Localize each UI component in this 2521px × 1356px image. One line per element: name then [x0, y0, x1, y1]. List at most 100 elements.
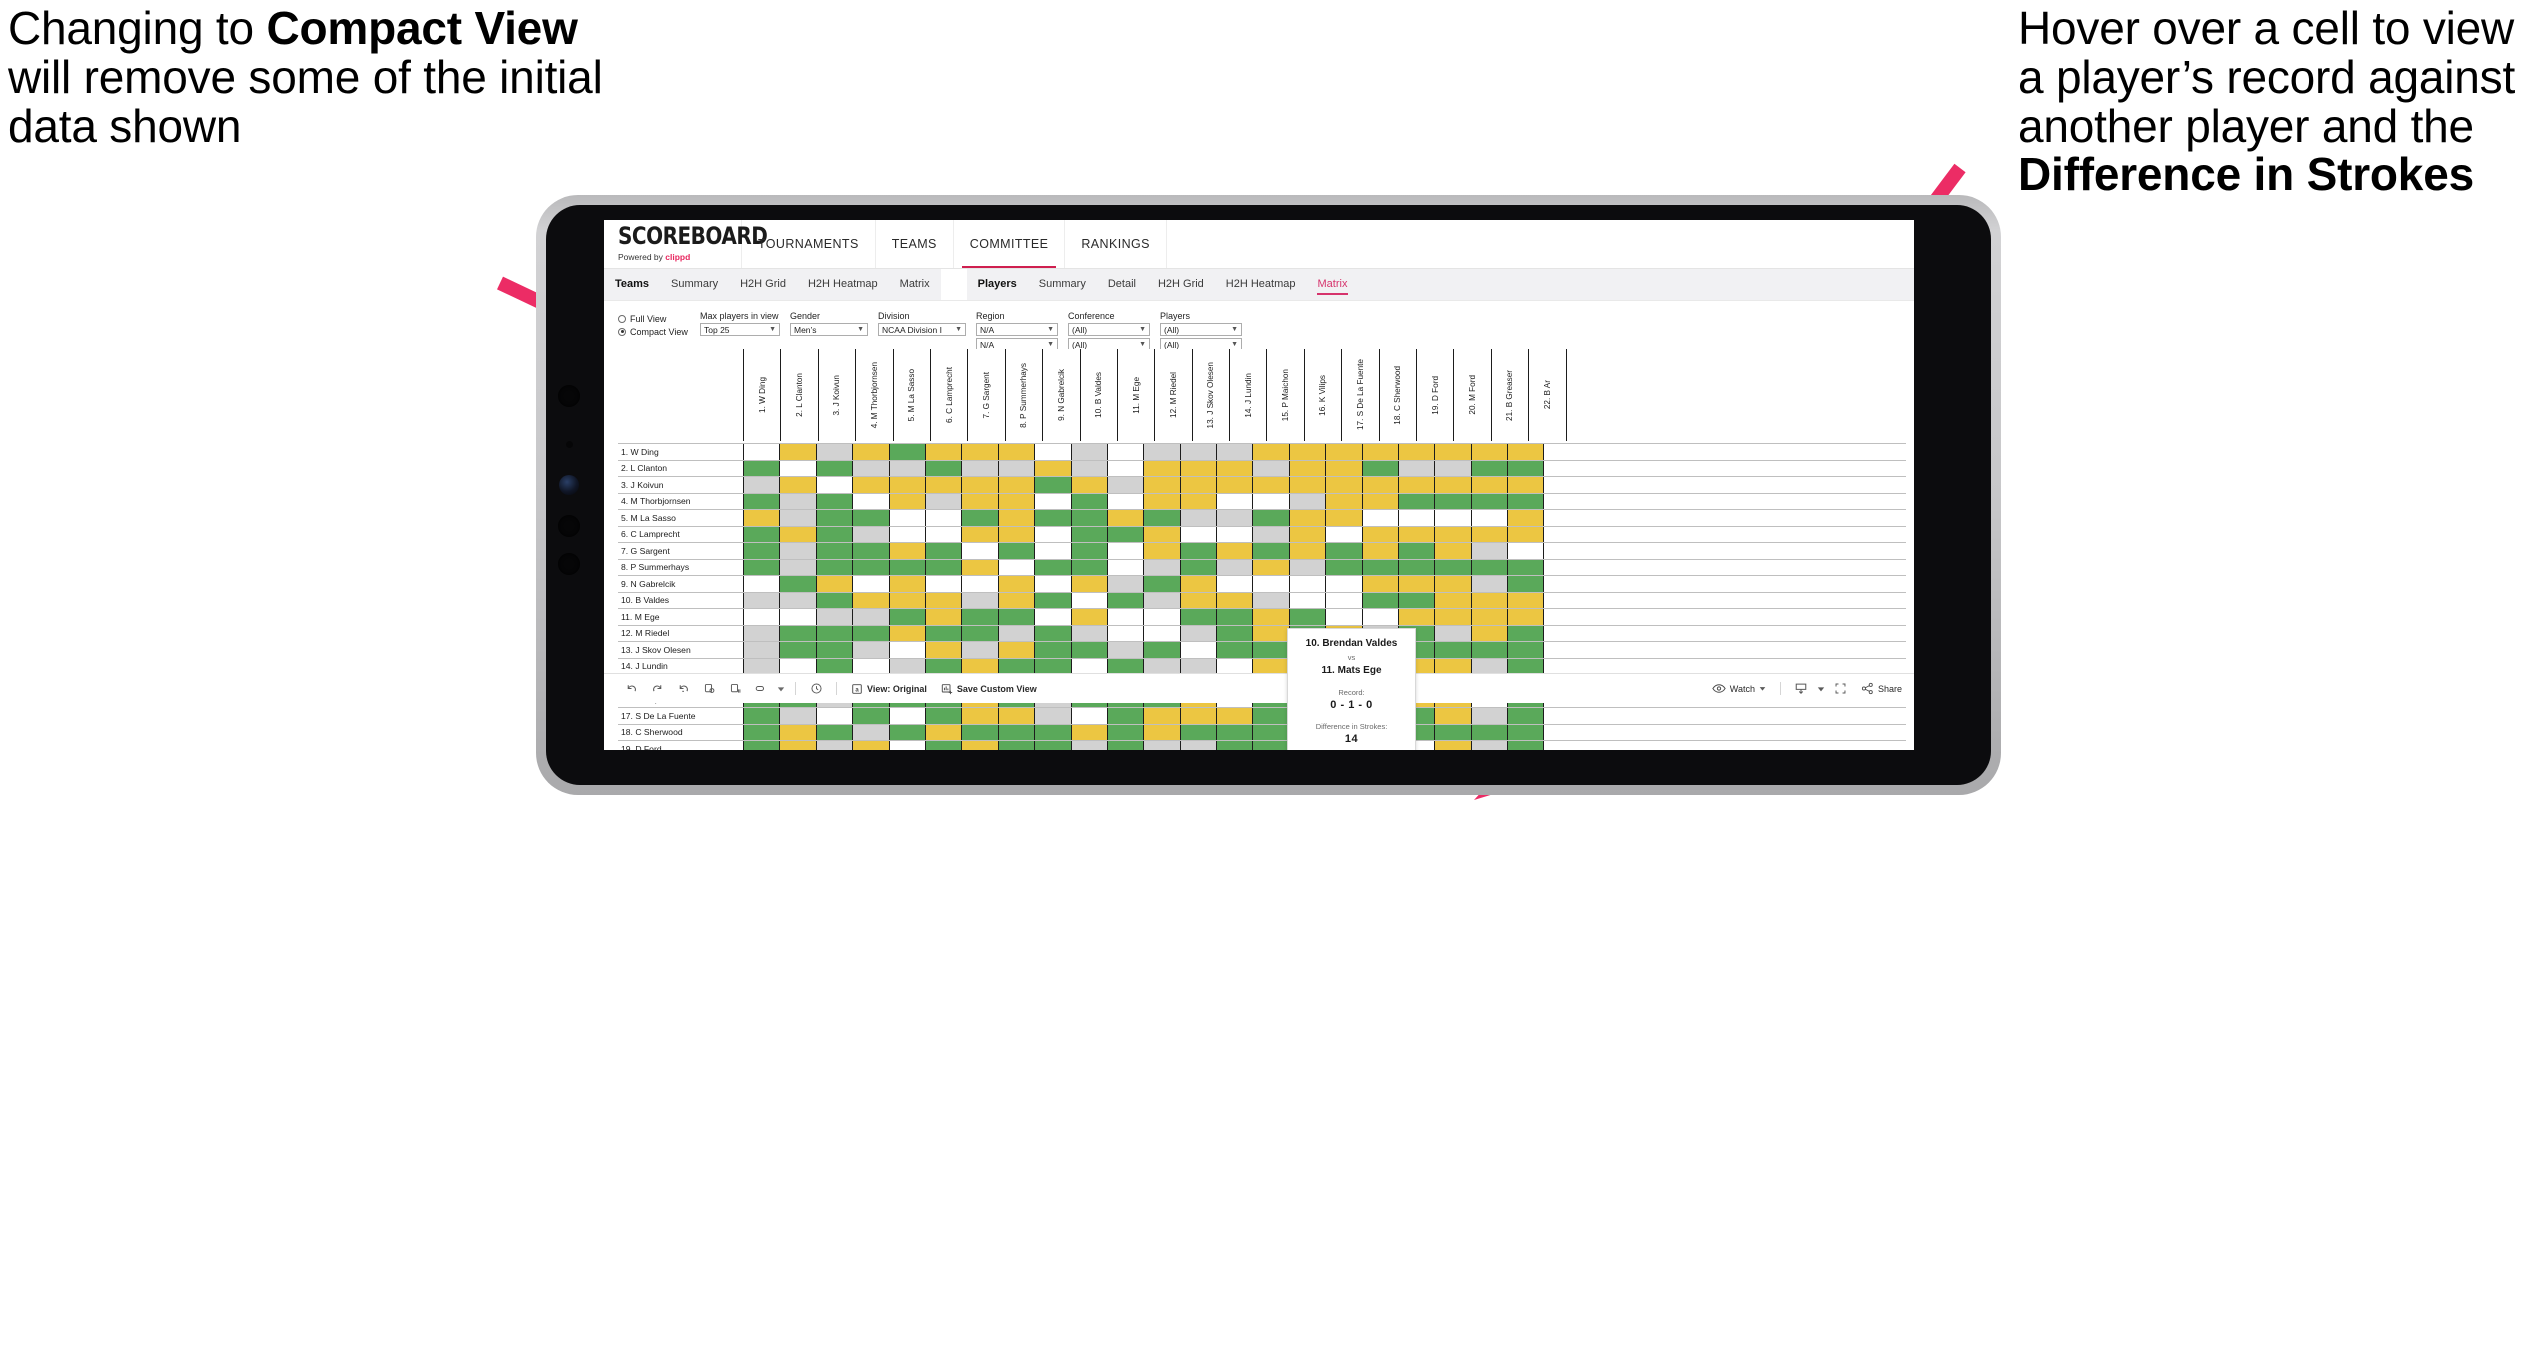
matrix-cell[interactable]: [815, 658, 853, 674]
matrix-cell[interactable]: [997, 444, 1035, 460]
matrix-cell[interactable]: [961, 592, 998, 608]
matrix-cell[interactable]: [1143, 741, 1180, 750]
radio-full-view[interactable]: Full View: [618, 312, 690, 325]
matrix-cell[interactable]: [1070, 708, 1107, 724]
matrix-cell[interactable]: [1361, 592, 1399, 608]
matrix-cell[interactable]: [852, 625, 889, 641]
matrix-col-header[interactable]: 18. C Sherwood: [1378, 349, 1417, 441]
matrix-cell[interactable]: [1361, 543, 1399, 559]
matrix-cell[interactable]: [743, 658, 780, 674]
matrix-cell[interactable]: [1106, 543, 1144, 559]
matrix-cell[interactable]: [1434, 460, 1471, 476]
matrix-cell[interactable]: [852, 526, 889, 542]
matrix-cell[interactable]: [1216, 576, 1253, 592]
matrix-cell[interactable]: [743, 444, 780, 460]
matrix-cell[interactable]: [1070, 559, 1107, 575]
matrix-cell[interactable]: [1143, 444, 1180, 460]
matrix-cell[interactable]: [961, 576, 998, 592]
matrix-cell[interactable]: [1143, 642, 1180, 658]
undo-icon[interactable]: [618, 679, 644, 699]
matrix-cell[interactable]: [1179, 460, 1217, 476]
matrix-cell[interactable]: [924, 609, 962, 625]
matrix-cell[interactable]: [888, 493, 925, 509]
matrix-cell[interactable]: [961, 642, 998, 658]
matrix-cell[interactable]: [1507, 510, 1544, 526]
select-division[interactable]: NCAA Division I ▼: [878, 323, 966, 336]
matrix-cell[interactable]: [924, 741, 962, 750]
matrix-cell[interactable]: [1216, 559, 1253, 575]
subtab-players[interactable]: Players: [967, 269, 1028, 300]
matrix-cell[interactable]: [1179, 625, 1217, 641]
matrix-cell[interactable]: [1470, 444, 1508, 460]
matrix-cell[interactable]: [779, 592, 816, 608]
matrix-cell[interactable]: [997, 642, 1035, 658]
matrix-cell[interactable]: [815, 642, 853, 658]
matrix-cell[interactable]: [815, 460, 853, 476]
matrix-cell[interactable]: [961, 708, 998, 724]
matrix-cell[interactable]: [1470, 526, 1508, 542]
matrix-cell[interactable]: [1470, 658, 1508, 674]
matrix-cell[interactable]: [888, 510, 925, 526]
refresh-data-icon[interactable]: [696, 679, 722, 699]
matrix-cell[interactable]: [1470, 609, 1508, 625]
matrix-cell[interactable]: [924, 510, 962, 526]
matrix-cell[interactable]: [1434, 724, 1471, 740]
matrix-cell[interactable]: [815, 592, 853, 608]
matrix-cell[interactable]: [1470, 642, 1508, 658]
matrix-cell[interactable]: [1325, 559, 1362, 575]
matrix-cell[interactable]: [924, 559, 962, 575]
matrix-cell[interactable]: [1398, 460, 1435, 476]
subtab-summary[interactable]: Summary: [660, 269, 729, 300]
matrix-cell[interactable]: [1143, 477, 1180, 493]
matrix-cell[interactable]: [815, 493, 853, 509]
matrix-cell[interactable]: [924, 477, 962, 493]
matrix-cell[interactable]: [997, 543, 1035, 559]
matrix-row-label[interactable]: 13. J Skov Olesen: [618, 642, 743, 658]
matrix-cell[interactable]: [1216, 592, 1253, 608]
matrix-cell[interactable]: [1034, 741, 1071, 750]
matrix-cell[interactable]: [924, 658, 962, 674]
matrix-cell[interactable]: [1143, 576, 1180, 592]
matrix-cell[interactable]: [1398, 493, 1435, 509]
matrix-cell[interactable]: [1252, 444, 1289, 460]
matrix-cell[interactable]: [852, 708, 889, 724]
matrix-cell[interactable]: [1252, 559, 1289, 575]
matrix-cell[interactable]: [1434, 477, 1471, 493]
matrix-cell[interactable]: [779, 609, 816, 625]
matrix-cell[interactable]: [1434, 526, 1471, 542]
matrix-row-label[interactable]: 4. M Thorbjornsen: [618, 493, 743, 509]
matrix-cell[interactable]: [1034, 609, 1071, 625]
matrix-cell[interactable]: [1070, 724, 1107, 740]
matrix-cell[interactable]: [779, 576, 816, 592]
download-icon[interactable]: [1788, 679, 1814, 699]
matrix-row-label[interactable]: 7. G Sargent: [618, 543, 743, 559]
matrix-cell[interactable]: [1252, 493, 1289, 509]
matrix-col-header[interactable]: 11. M Ege: [1116, 349, 1155, 441]
matrix-col-header[interactable]: 1. W Ding: [743, 349, 781, 441]
matrix-cell[interactable]: [1361, 526, 1399, 542]
matrix-cell[interactable]: [815, 543, 853, 559]
matrix-cell[interactable]: [1252, 592, 1289, 608]
matrix-cell[interactable]: [1216, 543, 1253, 559]
revert-icon[interactable]: [670, 679, 696, 699]
matrix-cell[interactable]: [1507, 460, 1544, 476]
matrix-cell[interactable]: [1507, 592, 1544, 608]
matrix-cell[interactable]: [1507, 724, 1544, 740]
matrix-cell[interactable]: [1106, 477, 1144, 493]
matrix-cell[interactable]: [1070, 576, 1107, 592]
matrix-cell[interactable]: [1143, 625, 1180, 641]
chevron-down-icon[interactable]: ▼: [955, 326, 962, 333]
matrix-cell[interactable]: [779, 741, 816, 750]
matrix-cell[interactable]: [1470, 592, 1508, 608]
matrix-row-label[interactable]: 2. L Clanton: [618, 460, 743, 476]
radio-button-icon[interactable]: [618, 327, 626, 336]
matrix-cell[interactable]: [1216, 724, 1253, 740]
matrix-cell[interactable]: [1143, 609, 1180, 625]
matrix-cell[interactable]: [1325, 526, 1362, 542]
matrix-col-header[interactable]: 9. N Gabrelcik: [1042, 349, 1080, 441]
matrix-col-header[interactable]: 5. M La Sasso: [892, 349, 930, 441]
matrix-cell[interactable]: [1288, 559, 1326, 575]
matrix-cell[interactable]: [852, 609, 889, 625]
matrix-cell[interactable]: [1034, 526, 1071, 542]
matrix-cell[interactable]: [1398, 477, 1435, 493]
